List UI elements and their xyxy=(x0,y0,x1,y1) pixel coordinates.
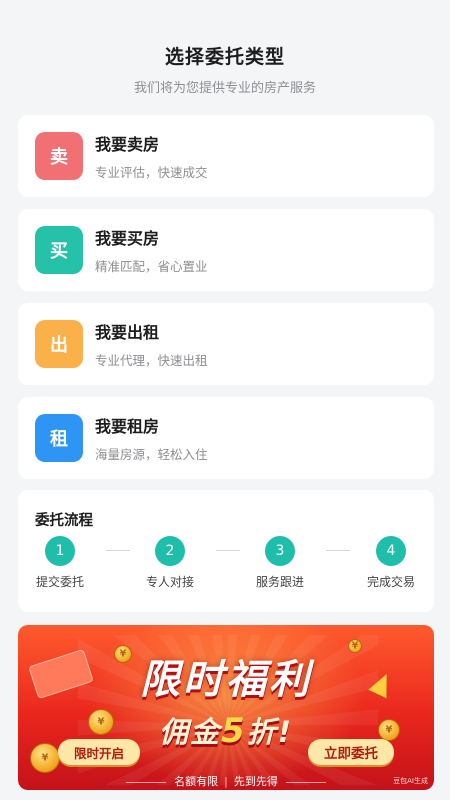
step-label: 服务跟进 xyxy=(255,575,304,589)
type-card-rent[interactable]: 租 我要租房 海量房源，轻松入住 xyxy=(18,397,434,479)
process-step: 2 专人对接 xyxy=(130,536,210,590)
process-step: 4 完成交易 xyxy=(351,536,431,590)
step-number-badge: 1 xyxy=(45,536,75,566)
type-card-title: 我要卖房 xyxy=(95,135,160,154)
type-card-desc: 精准匹配，省心置业 xyxy=(95,259,208,274)
ai-generated-mark: 豆包AI生成 xyxy=(393,777,428,785)
process-step: 1 提交委托 xyxy=(20,536,100,590)
step-label: 专人对接 xyxy=(145,575,194,589)
step-label: 提交委托 xyxy=(35,575,84,589)
type-card-desc: 海量房源，轻松入住 xyxy=(95,447,208,462)
type-card-lease-out[interactable]: 出 我要出租 专业代理，快速出租 xyxy=(18,303,434,385)
buy-badge-icon: 买 xyxy=(35,226,83,274)
type-card-title: 我要出租 xyxy=(95,323,160,342)
type-card-title: 我要租房 xyxy=(95,417,160,436)
lease-out-badge-icon: 出 xyxy=(35,320,83,368)
type-card-desc: 专业评估，快速成交 xyxy=(95,165,208,180)
step-connector xyxy=(106,550,130,551)
rent-badge-icon: 租 xyxy=(35,414,83,462)
type-card-title: 我要买房 xyxy=(95,229,160,248)
step-label: 完成交易 xyxy=(366,575,415,589)
step-number-badge: 2 xyxy=(155,536,185,566)
step-number-badge: 4 xyxy=(376,536,406,566)
type-card-desc: 专业代理，快速出租 xyxy=(95,353,208,368)
step-connector xyxy=(326,550,350,551)
page-header: 选择委托类型 我们将为您提供专业的房产服务 xyxy=(0,0,450,112)
process-title: 委托流程 xyxy=(35,513,93,529)
page-subtitle: 我们将为您提供专业的房产服务 xyxy=(133,81,316,96)
limited-time-tag: 限时开启 xyxy=(58,739,140,765)
process-step: 3 服务跟进 xyxy=(240,536,320,590)
step-number-badge: 3 xyxy=(265,536,295,566)
process-card: 委托流程 1 提交委托 2 专人对接 3 服务跟进 4 完成交易 xyxy=(18,490,434,612)
sell-badge-icon: 卖 xyxy=(35,132,83,180)
type-card-sell[interactable]: 卖 我要卖房 专业评估，快速成交 xyxy=(18,115,434,197)
banner-headline: 限时福利 xyxy=(140,657,312,703)
entrust-now-button[interactable]: 立即委托 xyxy=(308,739,394,765)
page-title: 选择委托类型 xyxy=(164,46,285,68)
step-connector xyxy=(216,550,240,551)
type-card-buy[interactable]: 买 我要买房 精准匹配，省心置业 xyxy=(18,209,434,291)
banner-footnote: 名额有限 | 先到先得 xyxy=(18,773,434,789)
promo-banner[interactable]: 限时福利 佣金5折! 限时开启 立即委托 名额有限|先到先得 豆包AI生成 xyxy=(18,625,434,790)
